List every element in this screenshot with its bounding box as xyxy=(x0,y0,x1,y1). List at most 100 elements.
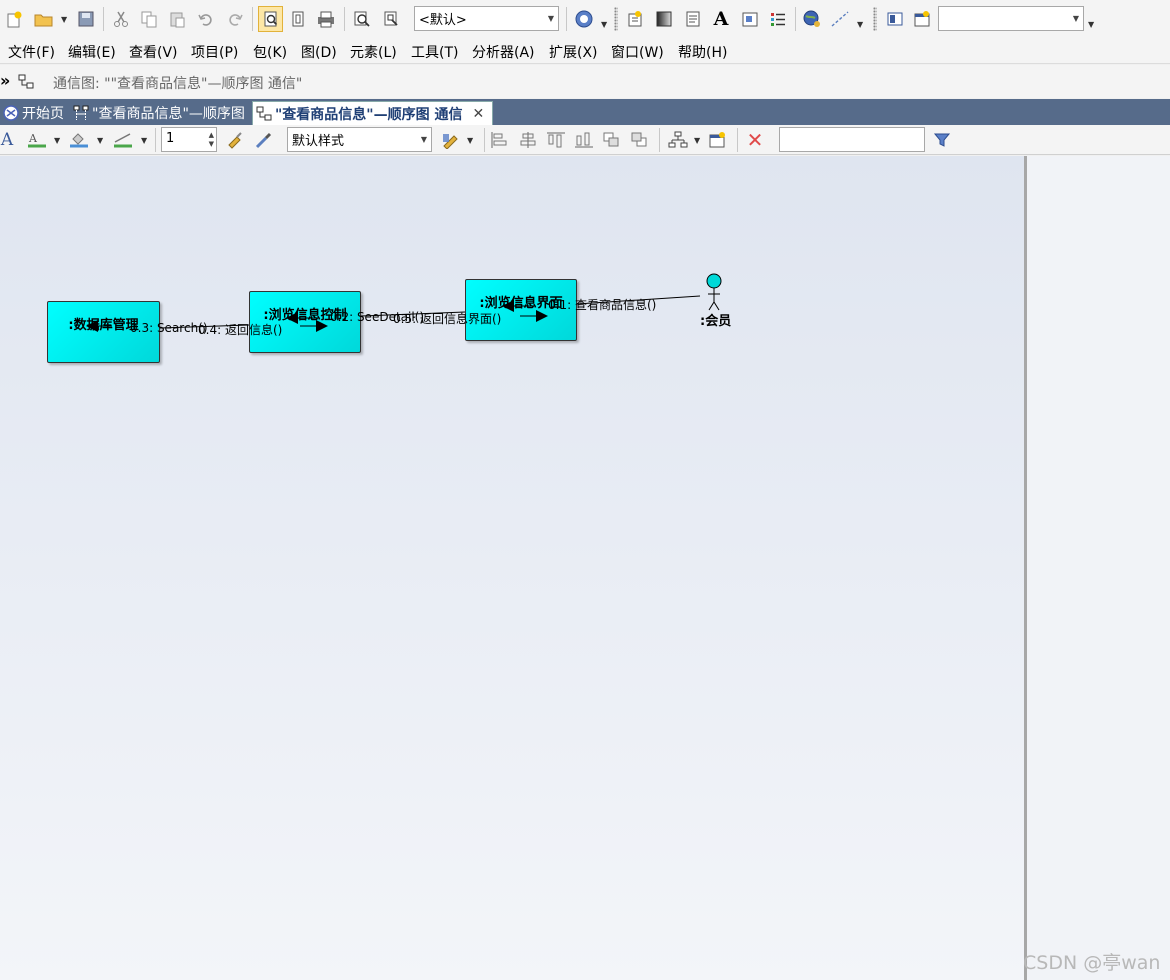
document-tab-bar: 开始页 "查看商品信息"—顺序图 "查看商品信息"—顺序图 通信 ✕ xyxy=(0,99,1170,125)
spin-down-icon[interactable]: ▼ xyxy=(209,140,214,148)
page-setup-icon[interactable] xyxy=(287,8,309,30)
toolbar-separator xyxy=(155,128,156,152)
font-color-dropdown-icon[interactable]: ▼ xyxy=(54,136,60,145)
save-icon[interactable] xyxy=(75,8,97,30)
align-bottom-icon[interactable] xyxy=(573,129,595,151)
workspace-icon[interactable] xyxy=(911,8,933,30)
message-arrow-left-icon xyxy=(502,300,534,312)
open-folder-icon[interactable] xyxy=(33,8,55,30)
toolbar-grip[interactable] xyxy=(614,7,618,31)
tab-label: "查看商品信息"—顺序图 通信 xyxy=(275,106,463,123)
globe-icon[interactable] xyxy=(801,8,823,30)
highlight-pen-icon[interactable] xyxy=(440,129,462,151)
toolbar-grip[interactable] xyxy=(873,7,877,31)
message-label[interactable]: 0.1: 查看商品信息() xyxy=(548,296,656,313)
tab-label: "查看商品信息"—顺序图 xyxy=(92,106,245,122)
fill-color-dropdown-icon[interactable]: ▼ xyxy=(97,136,103,145)
toolbar-separator xyxy=(566,7,567,31)
menu-element[interactable]: 元素(L) xyxy=(350,42,397,62)
menu-window[interactable]: 窗口(W) xyxy=(611,42,664,62)
toolbar-separator xyxy=(795,7,796,31)
gradient-icon[interactable] xyxy=(653,8,675,30)
menu-file[interactable]: 文件(F) xyxy=(8,42,55,62)
style-combo[interactable]: 默认样式 ▼ xyxy=(287,127,432,152)
layout-dropdown-icon[interactable]: ▼ xyxy=(694,136,700,145)
close-icon[interactable]: ✕ xyxy=(472,106,484,122)
font-icon[interactable]: A xyxy=(0,129,18,151)
align-top-icon[interactable] xyxy=(545,129,567,151)
chevron-down-icon: ▼ xyxy=(547,14,554,23)
help-dropdown-icon[interactable]: ▼ xyxy=(601,20,607,29)
layout-icon[interactable] xyxy=(884,8,906,30)
eyedropper-icon[interactable] xyxy=(253,129,275,151)
menu-project[interactable]: 项目(P) xyxy=(191,42,238,62)
font-color-icon[interactable]: A xyxy=(26,129,48,151)
message-arrow-left-icon xyxy=(286,312,318,324)
copy-icon[interactable] xyxy=(138,8,160,30)
breadcrumb: » 通信图: ""查看商品信息"—顺序图 通信" xyxy=(0,65,1170,98)
message-label[interactable]: 0.3: Search() xyxy=(130,321,208,335)
cut-icon[interactable] xyxy=(110,8,132,30)
font-icon[interactable]: A xyxy=(710,8,732,30)
print-icon[interactable] xyxy=(315,8,337,30)
new-element-icon[interactable] xyxy=(624,8,646,30)
tab-communication-diagram[interactable]: "查看商品信息"—顺序图 通信 ✕ xyxy=(252,101,493,125)
menu-diagram[interactable]: 图(D) xyxy=(301,42,337,62)
align-left-icon[interactable] xyxy=(489,129,511,151)
menu-tools[interactable]: 工具(T) xyxy=(411,42,458,62)
new-icon[interactable] xyxy=(3,8,25,30)
menu-edit[interactable]: 编辑(E) xyxy=(68,42,116,62)
menu-analyzer[interactable]: 分析器(A) xyxy=(472,42,535,62)
spin-up-icon[interactable]: ▲ xyxy=(209,131,214,139)
connector-line-icon[interactable] xyxy=(829,8,851,30)
open-dropdown-icon[interactable]: ▼ xyxy=(61,15,67,24)
find-diagram-icon[interactable] xyxy=(380,8,402,30)
highlight-dropdown-icon[interactable]: ▼ xyxy=(467,136,473,145)
line-color-dropdown-icon[interactable]: ▼ xyxy=(141,136,147,145)
toolbar-overflow-icon[interactable]: ▼ xyxy=(1088,20,1094,29)
auto-layout-icon[interactable] xyxy=(667,129,689,151)
tab-label: 开始页 xyxy=(22,106,64,122)
message-label[interactable]: 0.4: 返回信息() xyxy=(198,321,282,338)
print-preview-icon[interactable] xyxy=(258,6,283,32)
communication-diagram-icon xyxy=(256,106,272,122)
breadcrumb-text: 通信图: ""查看商品信息"—顺序图 通信" xyxy=(53,76,303,92)
message-arrow-left-icon xyxy=(86,320,112,332)
filter-input[interactable] xyxy=(779,127,925,152)
align-center-icon[interactable] xyxy=(517,129,539,151)
expand-chevron-icon[interactable]: » xyxy=(0,71,10,90)
diagram-canvas[interactable]: :数据库管理 :浏览信息控制 :浏览信息界面 0.3: Search() 0.4… xyxy=(0,156,1025,980)
list-icon[interactable] xyxy=(767,8,789,30)
fill-color-icon[interactable] xyxy=(68,129,90,151)
send-to-back-icon[interactable] xyxy=(629,129,651,151)
find-icon[interactable] xyxy=(351,8,373,30)
communication-diagram-icon xyxy=(18,74,34,94)
search-combo[interactable]: ▼ xyxy=(938,6,1084,31)
main-toolbar: ▼ <默认> ▼ ▼ A ▼ ▼ ▼ xyxy=(0,0,1170,38)
format-painter-icon[interactable] xyxy=(224,129,246,151)
connector-dropdown-icon[interactable]: ▼ xyxy=(857,20,863,29)
menu-package[interactable]: 包(K) xyxy=(253,42,287,62)
paste-icon[interactable] xyxy=(166,8,188,30)
menu-view[interactable]: 查看(V) xyxy=(129,42,178,62)
actor-member-icon[interactable] xyxy=(700,272,730,314)
help-icon[interactable] xyxy=(573,8,595,30)
view-combo[interactable]: <默认> ▼ xyxy=(414,6,559,31)
menu-extend[interactable]: 扩展(X) xyxy=(549,42,598,62)
diagram-properties-icon[interactable] xyxy=(707,129,729,151)
toolbar-separator xyxy=(344,7,345,31)
line-width-stepper[interactable]: 1 ▲ ▼ xyxy=(161,127,217,152)
message-arrows-layer xyxy=(86,300,548,332)
notes-icon[interactable] xyxy=(739,8,761,30)
delete-icon[interactable]: ✕ xyxy=(744,128,766,152)
line-color-icon[interactable] xyxy=(112,129,134,151)
message-label[interactable]: 0.5: 返回信息界面() xyxy=(393,310,501,327)
menu-help[interactable]: 帮助(H) xyxy=(678,42,727,62)
tab-sequence-diagram[interactable]: "查看商品信息"—顺序图 xyxy=(70,101,248,125)
bring-to-front-icon[interactable] xyxy=(601,129,623,151)
redo-icon[interactable] xyxy=(224,8,246,30)
undo-icon[interactable] xyxy=(195,8,217,30)
document-icon[interactable] xyxy=(682,8,704,30)
filter-icon[interactable] xyxy=(931,129,953,151)
tab-start-page[interactable]: 开始页 xyxy=(0,101,68,125)
